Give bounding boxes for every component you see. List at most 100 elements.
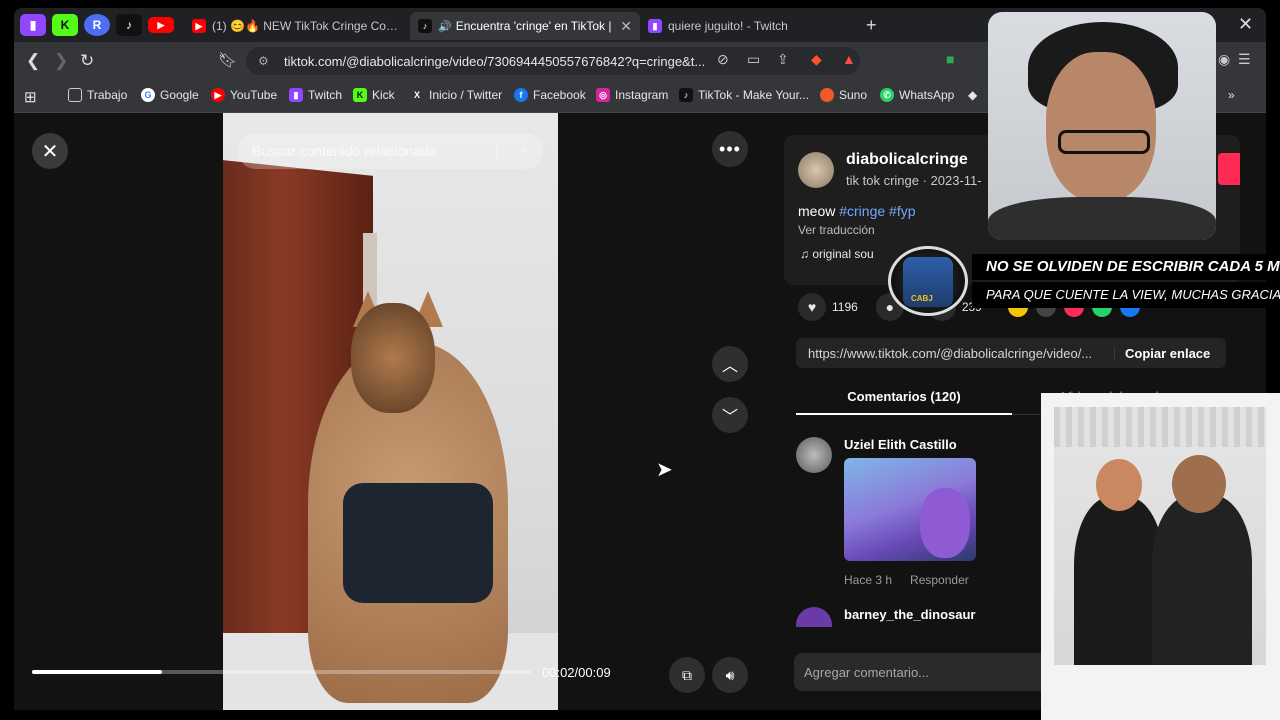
r-icon: R — [92, 18, 102, 32]
more-options-button[interactable]: ••• — [712, 131, 748, 167]
bookmark-trabajo[interactable]: Trabajo — [68, 88, 127, 102]
url-text: tiktok.com/@diabolicalcringe/video/73069… — [284, 53, 706, 69]
cast-icon[interactable]: ▭ — [747, 51, 760, 68]
tab-tiktok-search[interactable]: ♪ 🔊 Encuentra 'cringe' en TikTok | ✕ — [410, 12, 640, 40]
bookmark-facebook[interactable]: f Facebook — [514, 88, 586, 102]
like-button[interactable]: ♥ 1196 — [798, 293, 858, 321]
bookmark-icon[interactable]: 🔖︎ — [218, 51, 237, 69]
rewards-icon[interactable]: ▲ — [842, 51, 856, 67]
youtube-icon: ▶ — [211, 88, 225, 102]
author-name[interactable]: diabolicalcringe — [846, 151, 968, 169]
commenter-avatar[interactable] — [796, 607, 832, 627]
commenter-avatar[interactable] — [796, 437, 832, 473]
hashtag-link[interactable]: #fyp — [889, 203, 915, 219]
video-progress-bar[interactable] — [32, 670, 532, 674]
chevron-up-icon: ︿ — [721, 358, 738, 375]
tab-youtube-video[interactable]: ▶ (1) 😊🔥 NEW TikTok Cringe Compil — [184, 12, 406, 40]
brave-shield-icon[interactable]: ◆ — [811, 51, 822, 68]
follow-button[interactable] — [1218, 153, 1240, 185]
translate-link[interactable]: Ver traducción — [798, 223, 875, 237]
whatsapp-icon: ✆ — [880, 88, 894, 102]
site-info-icon[interactable]: ⚙ — [258, 54, 272, 68]
close-button[interactable]: ✕ — [32, 133, 68, 169]
video-frame-head — [351, 303, 435, 413]
hashtag-link[interactable]: #cringe — [839, 203, 885, 219]
photo-person-right — [1152, 495, 1252, 665]
wallet-icon[interactable]: ◉ — [1218, 51, 1230, 68]
pinned-tab-youtube[interactable]: ▶ — [148, 17, 174, 33]
volume-icon: 🔊︎ — [725, 666, 735, 683]
pinned-tab-r[interactable]: R — [84, 14, 110, 36]
photo-person-left — [1074, 497, 1164, 665]
tab-comments[interactable]: Comentarios (120) — [796, 383, 1012, 415]
bookmark-youtube[interactable]: ▶ YouTube — [211, 88, 277, 102]
banner-line-2: PARA QUE CUENTE LA VIEW, MUCHAS GRACIAS.… — [972, 282, 1280, 308]
bookmark-tiktok[interactable]: ♪ TikTok - Make Your... — [679, 88, 809, 102]
bookmark-twitch[interactable]: ▮ Twitch — [289, 88, 342, 102]
video-frame-shorts — [343, 483, 493, 603]
mouse-cursor-icon: ➤ — [656, 459, 673, 481]
club-badge-icon: CABJ — [888, 246, 968, 316]
bookmark-twitter[interactable]: X Inicio / Twitter — [410, 88, 502, 102]
forward-button[interactable]: ❯ — [54, 51, 68, 71]
tab-twitch[interactable]: ▮ quiere juguito! - Twitch — [640, 12, 850, 40]
sound-link[interactable]: ♫ original sou — [800, 247, 874, 261]
close-tab-icon[interactable]: ✕ — [620, 18, 632, 35]
webcam-glasses — [1058, 130, 1150, 154]
volume-button[interactable]: 🔊︎ — [712, 657, 748, 693]
video-player[interactable]: Buscar contenido relacionado ⌕ — [223, 113, 558, 710]
previous-video-button[interactable]: ︿ — [712, 346, 748, 382]
screen: ▮ K R ♪ ▶ ▶ (1) 😊🔥 NEW TikTok Cringe Com… — [0, 0, 1280, 720]
author-avatar[interactable] — [798, 152, 834, 188]
pinned-tab-twitch[interactable]: ▮ — [20, 14, 46, 36]
share-icon[interactable]: ⇪ — [777, 51, 789, 68]
photo-curtain — [1054, 407, 1266, 447]
address-bar[interactable]: ⚙ tiktok.com/@diabolicalcringe/video/730… — [246, 47, 860, 75]
comment-meta: Hace 3 h Responder — [844, 573, 969, 587]
share-link-box: https://www.tiktok.com/@diabolicalcringe… — [796, 338, 1226, 368]
search-icon[interactable]: ⌕ — [521, 141, 529, 158]
bookmark-whatsapp[interactable]: ✆ WhatsApp — [880, 88, 954, 102]
commenter-name[interactable]: barney_the_dinosaur — [844, 607, 976, 622]
back-button[interactable]: ❮ — [26, 51, 40, 71]
next-video-button[interactable]: ﹀ — [712, 397, 748, 433]
copy-link-button[interactable]: Copiar enlace — [1114, 345, 1210, 361]
polaroid-photo — [1041, 393, 1280, 720]
share-url[interactable]: https://www.tiktok.com/@diabolicalcringe… — [796, 346, 1114, 361]
apps-icon[interactable]: ⊞ — [24, 88, 37, 106]
badge-text: CABJ — [911, 294, 933, 303]
webcam-shirt — [988, 197, 1216, 240]
reload-button[interactable]: ↻ — [80, 51, 94, 71]
mute-icon[interactable]: ⊘ — [717, 51, 729, 68]
diamond-icon[interactable]: ◆ — [968, 88, 977, 102]
bookmark-kick[interactable]: K Kick — [353, 88, 395, 102]
heart-icon: ♥ — [798, 293, 826, 321]
commenter-name[interactable]: Uziel Elith Castillo — [844, 437, 957, 452]
bookmark-google[interactable]: G Google — [141, 88, 199, 102]
author-subtitle: tik tok cringe · 2023-11- — [846, 173, 982, 188]
comment-gif[interactable] — [844, 458, 976, 561]
folder-icon — [68, 88, 82, 102]
kick-icon: K — [353, 88, 367, 102]
instagram-icon: ◎ — [596, 88, 610, 102]
tiktok-icon: ♪ — [418, 19, 432, 33]
youtube-icon: ▶ — [192, 19, 206, 33]
window-close-button[interactable]: ✕ — [1238, 14, 1253, 35]
more-bookmarks-icon[interactable]: » — [1228, 88, 1235, 102]
reply-button[interactable]: Responder — [910, 573, 969, 587]
extension-icon[interactable]: ■ — [946, 51, 954, 67]
bookmark-suno[interactable]: Suno — [820, 88, 867, 102]
post-caption: meow #cringe #fyp — [798, 203, 916, 219]
bookmark-instagram[interactable]: ◎ Instagram — [596, 88, 668, 102]
picture-in-picture-button[interactable]: ⧉ — [669, 657, 705, 693]
menu-icon[interactable]: ☰ — [1238, 51, 1251, 68]
tiktok-icon: ♪ — [679, 88, 693, 102]
related-search-input[interactable]: Buscar contenido relacionado ⌕ — [238, 133, 543, 169]
pinned-tab-tiktok[interactable]: ♪ — [116, 14, 142, 36]
kick-icon: K — [60, 18, 70, 32]
ellipsis-icon: ••• — [719, 138, 741, 159]
pinned-tab-kick[interactable]: K — [52, 14, 78, 36]
chevron-down-icon: ﹀ — [721, 409, 738, 426]
new-tab-button[interactable]: + — [866, 15, 877, 36]
webcam-overlay — [988, 12, 1216, 240]
